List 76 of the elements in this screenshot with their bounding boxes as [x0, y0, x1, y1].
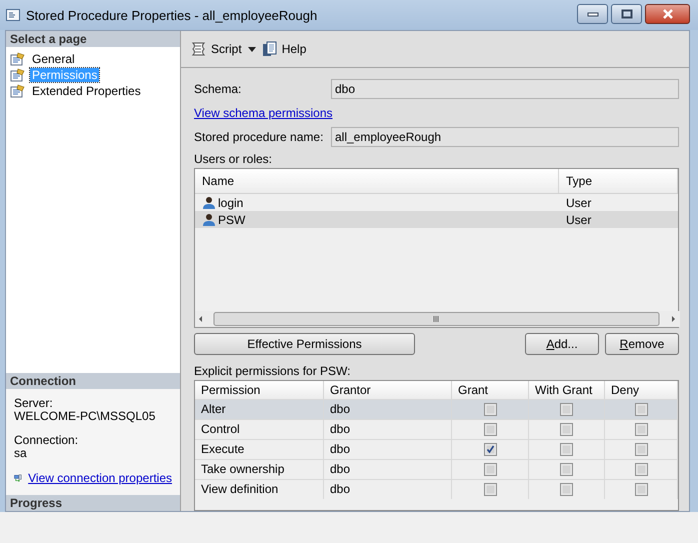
page-item[interactable]: General [30, 52, 77, 66]
grantor-name: dbo [324, 460, 452, 479]
connection-name: sa [14, 447, 28, 460]
checkbox[interactable] [560, 463, 573, 476]
field-label: Stored procedure name: [194, 130, 324, 144]
add-button[interactable]: Add... [525, 333, 599, 355]
checkbox[interactable] [484, 463, 496, 476]
connection-properties-link[interactable]: View connection properties [28, 471, 172, 485]
remove-button[interactable]: Remove [605, 333, 679, 355]
permission-name: Take ownership [195, 460, 324, 479]
properties-page-icon [10, 68, 26, 82]
field-label: Schema: [194, 82, 242, 96]
script-button[interactable]: Script [187, 39, 244, 59]
checkbox[interactable] [634, 483, 648, 496]
properties-page-icon [10, 52, 26, 66]
section-label: Users or roles: [194, 152, 272, 166]
permission-name: Alter [195, 400, 324, 419]
effective-permissions-button[interactable]: Effective Permissions [194, 333, 415, 355]
checkbox[interactable] [484, 483, 496, 496]
permission-row[interactable]: Take ownership dbo [195, 459, 678, 479]
user-name: login [218, 196, 244, 210]
checkbox[interactable] [634, 403, 648, 416]
permission-name: Control [195, 420, 324, 439]
user-icon [202, 196, 216, 210]
grantor-name: dbo [324, 480, 452, 499]
permission-name: Execute [195, 440, 324, 459]
server-name: WELCOME-PC\MSSQL05 [14, 410, 156, 423]
section-header: Connection [6, 373, 180, 389]
column-header[interactable]: Type [559, 169, 678, 193]
grantor-name: dbo [324, 420, 452, 439]
user-icon [202, 212, 216, 226]
user-type: User [565, 212, 592, 226]
grantor-name: dbo [324, 440, 452, 459]
user-row[interactable]: login User [195, 194, 678, 211]
page-item[interactable]: Extended Properties [30, 84, 143, 98]
field-label: Server: [14, 397, 54, 410]
scroll-icon [189, 41, 207, 57]
user-row[interactable]: PSW User [195, 211, 678, 228]
maximize-button[interactable] [611, 4, 642, 24]
help-button[interactable]: Help [260, 39, 308, 59]
checkbox[interactable] [634, 463, 648, 476]
field-label: Connection: [14, 434, 80, 447]
permission-row[interactable]: Alter dbo [195, 399, 678, 419]
checkbox[interactable] [634, 423, 648, 436]
column-header[interactable]: Name [195, 169, 559, 193]
checkbox[interactable] [484, 423, 496, 436]
schema-permissions-link[interactable]: View schema permissions [194, 106, 332, 120]
dropdown-caret-icon[interactable] [248, 46, 256, 52]
procedure-name-field[interactable]: all_employeeRough [331, 127, 679, 147]
schema-field[interactable]: dbo [331, 79, 679, 99]
section-header: Select a page [6, 31, 180, 47]
permission-row[interactable]: Execute dbo [195, 439, 678, 459]
permission-row[interactable]: View definition dbo [195, 479, 678, 499]
permission-name: View definition [195, 480, 324, 499]
close-icon [662, 9, 674, 19]
user-name: PSW [218, 212, 246, 226]
section-label: Explicit permissions for PSW: [194, 364, 350, 378]
checkbox[interactable] [560, 423, 573, 436]
grantor-name: dbo [324, 400, 452, 419]
book-icon [262, 41, 278, 57]
window-icon [6, 9, 20, 21]
checkbox[interactable] [560, 403, 573, 416]
permission-row[interactable]: Control dbo [195, 419, 678, 439]
user-type: User [565, 196, 592, 210]
checkbox[interactable] [634, 443, 648, 456]
checkbox[interactable] [484, 403, 496, 416]
section-header: Progress [6, 495, 180, 511]
window-title: Stored Procedure Properties - all_employeeRough [26, 8, 318, 22]
checkbox[interactable] [484, 443, 496, 456]
checkbox[interactable] [560, 443, 573, 456]
properties-page-icon [10, 84, 26, 98]
close-button[interactable] [645, 4, 690, 24]
checkbox[interactable] [560, 483, 573, 496]
maximize-icon [620, 9, 632, 19]
minimize-icon [586, 11, 598, 17]
minimize-button[interactable] [577, 4, 608, 24]
